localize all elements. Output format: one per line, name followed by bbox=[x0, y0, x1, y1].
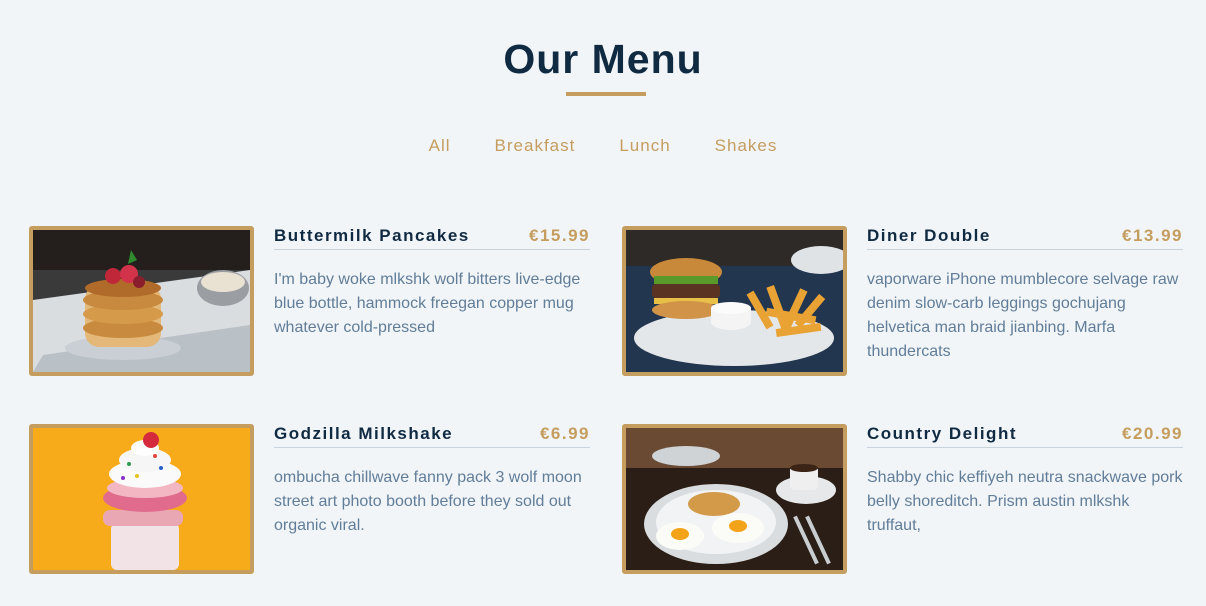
menu-item: Diner Double €13.99 vaporware iPhone mum… bbox=[622, 226, 1183, 376]
page-title: Our Menu bbox=[503, 36, 703, 82]
menu-item-price: €15.99 bbox=[529, 226, 590, 245]
menu-item: Buttermilk Pancakes €15.99 I'm baby woke… bbox=[29, 226, 590, 376]
menu-item-price: €20.99 bbox=[1122, 424, 1183, 443]
menu-item-header: Country Delight €20.99 bbox=[867, 424, 1183, 448]
burger-photo bbox=[622, 226, 847, 376]
menu-item-info: Buttermilk Pancakes €15.99 I'm baby woke… bbox=[274, 226, 590, 340]
eggs-breakfast-photo bbox=[622, 424, 847, 574]
menu-item-description: Shabby chic keffiyeh neutra snackwave po… bbox=[867, 469, 1183, 534]
menu-item-name: Buttermilk Pancakes bbox=[274, 226, 470, 245]
filter-bar: All Breakfast Lunch Shakes bbox=[0, 136, 1206, 156]
menu-item-header: Godzilla Milkshake €6.99 bbox=[274, 424, 590, 448]
menu-item-name: Country Delight bbox=[867, 424, 1017, 443]
menu-item-description: I'm baby woke mlkshk wolf bitters live-e… bbox=[274, 271, 581, 336]
filter-breakfast-button[interactable]: Breakfast bbox=[473, 136, 598, 156]
filter-all-button[interactable]: All bbox=[407, 136, 473, 156]
menu-item-description: vaporware iPhone mumblecore selvage raw … bbox=[867, 271, 1179, 360]
menu-item-info: Country Delight €20.99 Shabby chic keffi… bbox=[867, 424, 1183, 538]
menu-item-info: Godzilla Milkshake €6.99 ombucha chillwa… bbox=[274, 424, 590, 538]
menu-item-name: Diner Double bbox=[867, 226, 991, 245]
pancakes-photo bbox=[29, 226, 254, 376]
menu-item-info: Diner Double €13.99 vaporware iPhone mum… bbox=[867, 226, 1183, 364]
menu-item: Godzilla Milkshake €6.99 ombucha chillwa… bbox=[29, 424, 590, 574]
menu-item-header: Buttermilk Pancakes €15.99 bbox=[274, 226, 590, 250]
menu-item-price: €13.99 bbox=[1122, 226, 1183, 245]
title-underline bbox=[566, 92, 646, 96]
menu-item: Country Delight €20.99 Shabby chic keffi… bbox=[622, 424, 1183, 574]
filter-lunch-button[interactable]: Lunch bbox=[597, 136, 692, 156]
menu-item-description: ombucha chillwave fanny pack 3 wolf moon… bbox=[274, 469, 582, 534]
milkshake-photo bbox=[29, 424, 254, 574]
menu-item-price: €6.99 bbox=[539, 424, 590, 443]
menu-item-header: Diner Double €13.99 bbox=[867, 226, 1183, 250]
filter-shakes-button[interactable]: Shakes bbox=[693, 136, 800, 156]
menu-page: Our Menu All Breakfast Lunch Shakes Butt… bbox=[0, 0, 1206, 606]
menu-item-name: Godzilla Milkshake bbox=[274, 424, 454, 443]
